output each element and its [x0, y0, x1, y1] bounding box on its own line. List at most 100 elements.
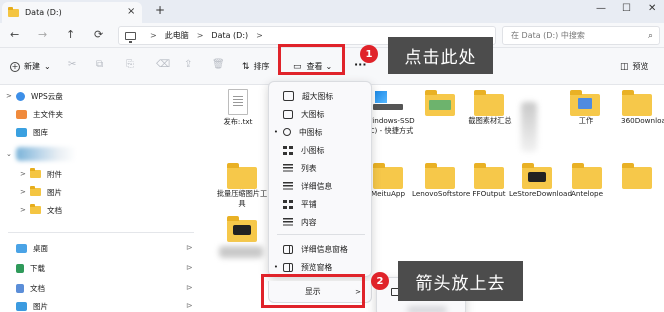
sort-button[interactable]: ⇅ 排序	[242, 61, 270, 72]
file-label[interactable]: LeStoreDownload	[509, 189, 572, 199]
pictures-icon	[16, 301, 27, 311]
folder-icon[interactable]	[622, 163, 652, 189]
menu-item-label: 内容	[301, 217, 317, 227]
expand-caret-icon[interactable]: >	[6, 92, 16, 100]
file-label[interactable]: 截图素材汇总	[465, 116, 515, 126]
maximize-icon[interactable]: ☐	[622, 3, 631, 14]
sidebar-item-documents-folder[interactable]: > 文档	[14, 202, 62, 218]
folder-icon[interactable]	[474, 163, 504, 189]
cloud-icon	[16, 91, 25, 101]
sidebar-item-pictures-folder[interactable]: > 图片	[14, 184, 62, 200]
breadcrumb-data-d[interactable]: Data (D:)	[211, 31, 248, 40]
sidebar-item-label: 下载	[30, 263, 45, 273]
copy-icon[interactable]: ⧉	[96, 59, 103, 70]
submenu-item-label-obscured	[407, 306, 447, 312]
folder-icon[interactable]	[572, 163, 602, 189]
expand-caret-icon[interactable]: >	[20, 206, 30, 214]
sidebar-item-desktop[interactable]: 桌面	[0, 240, 48, 256]
sidebar-item-attachments[interactable]: > 附件	[14, 166, 62, 182]
menu-item-label: 列表	[301, 163, 317, 173]
delete-icon[interactable]: 🗑	[212, 59, 225, 70]
sidebar-item-documents[interactable]: 文档	[0, 280, 45, 296]
sidebar-item-label: 文档	[30, 283, 45, 293]
folder-icon[interactable]	[227, 216, 257, 242]
cut-icon[interactable]: ✂	[68, 59, 76, 70]
folder-icon	[30, 168, 41, 178]
file-label[interactable]: LenovoSoftstore	[412, 189, 470, 199]
sidebar-item-gallery[interactable]: 图库	[0, 124, 48, 140]
collapse-caret-icon[interactable]: ⌄	[6, 150, 16, 158]
menu-item-details-pane[interactable]: 详细信息窗格	[269, 240, 373, 258]
sidebar-item-label: 桌面	[33, 243, 48, 253]
sidebar-item-drive[interactable]: ⌄	[0, 146, 16, 162]
share-icon[interactable]: ⇪	[184, 59, 192, 70]
folder-icon	[8, 6, 19, 17]
new-tab-icon[interactable]: +	[155, 3, 165, 17]
close-window-icon[interactable]: ✕	[648, 3, 656, 14]
folder-icon[interactable]	[425, 163, 455, 189]
menu-item-label: 小图标	[301, 145, 325, 155]
preview-button[interactable]: ◫ 预览	[620, 61, 649, 72]
monitor-icon	[125, 31, 136, 43]
menu-item-label: 预览窗格	[301, 262, 333, 272]
rename-icon[interactable]: ⌫	[156, 59, 170, 70]
text-file-icon[interactable]	[228, 89, 248, 115]
expand-caret-icon[interactable]: >	[20, 188, 30, 196]
folder-icon[interactable]	[522, 163, 552, 189]
preview-label: 预览	[632, 62, 649, 71]
drive-shortcut-icon[interactable]	[373, 91, 403, 113]
sidebar-item-wps-cloud[interactable]: > WPS云盘	[0, 88, 63, 104]
menu-item-extra-large-icons[interactable]: 超大图标	[269, 87, 373, 105]
menu-item-list[interactable]: 列表	[269, 159, 373, 177]
folder-icon[interactable]	[425, 90, 455, 116]
chevron-down-icon: ⌄	[44, 62, 51, 71]
file-label[interactable]: 360Downloads	[621, 116, 664, 126]
refresh-icon[interactable]: ⟳	[94, 28, 103, 41]
sidebar-divider	[8, 232, 194, 233]
sidebar-item-label: 附件	[47, 169, 62, 179]
new-label: 新建	[24, 62, 40, 71]
folder-icon[interactable]	[227, 163, 257, 189]
details-pane-icon	[283, 244, 293, 254]
sort-icon: ⇅	[242, 61, 250, 72]
pin-icon: ⊳	[186, 301, 193, 310]
breadcrumb-expand-icon[interactable]: >	[256, 31, 263, 40]
folder-icon[interactable]	[622, 90, 652, 116]
paste-icon[interactable]: ⎘	[126, 59, 134, 70]
folder-icon[interactable]	[373, 163, 403, 189]
menu-item-small-icons[interactable]: 小图标	[269, 141, 373, 159]
tab-data-d[interactable]: Data (D:) ×	[2, 2, 142, 23]
menu-item-label: 超大图标	[302, 91, 334, 101]
title-bar: Data (D:) × + — ☐ ✕	[0, 0, 664, 23]
tab-close-icon[interactable]: ×	[127, 6, 135, 17]
preview-pane-icon	[283, 262, 293, 272]
sidebar-item-label: 图库	[33, 127, 48, 137]
menu-item-details[interactable]: 详细信息	[269, 177, 373, 195]
expand-caret-icon[interactable]: >	[20, 170, 30, 178]
file-label[interactable]: 工作	[558, 116, 614, 126]
pin-icon: ⊳	[186, 263, 193, 272]
file-label[interactable]: 发布:.txt	[210, 117, 266, 127]
new-button[interactable]: + 新建 ⌄	[10, 61, 51, 72]
up-icon[interactable]: ↑	[66, 28, 75, 41]
menu-item-large-icons[interactable]: 大图标	[269, 105, 373, 123]
forward-icon[interactable]: →	[38, 28, 47, 41]
menu-item-content[interactable]: 内容	[269, 213, 373, 231]
file-label[interactable]: Antelope	[559, 189, 615, 199]
folder-icon[interactable]	[474, 90, 504, 116]
minimize-icon[interactable]: —	[596, 3, 606, 14]
step-1-badge: 1	[360, 45, 378, 63]
sidebar-item-home[interactable]: 主文件夹	[0, 106, 63, 122]
breadcrumb-this-pc[interactable]: 此电脑	[165, 30, 189, 41]
search-input[interactable]: 在 Data (D:) 中搜索 ⌕	[502, 26, 660, 45]
sidebar-item-downloads[interactable]: 下载	[0, 260, 45, 276]
sidebar-item-label: 图片	[47, 187, 62, 197]
menu-item-tiles[interactable]: 平铺	[269, 195, 373, 213]
sidebar-item-pictures[interactable]: 图片	[0, 298, 48, 312]
back-icon[interactable]: ←	[10, 28, 19, 41]
selected-bullet-icon: •	[273, 263, 279, 271]
menu-item-medium-icons[interactable]: • 中图标	[269, 123, 373, 141]
folder-icon[interactable]	[570, 90, 600, 116]
menu-item-label: 中图标	[299, 127, 323, 137]
file-label[interactable]: 批量压缩图片工具	[214, 189, 270, 209]
